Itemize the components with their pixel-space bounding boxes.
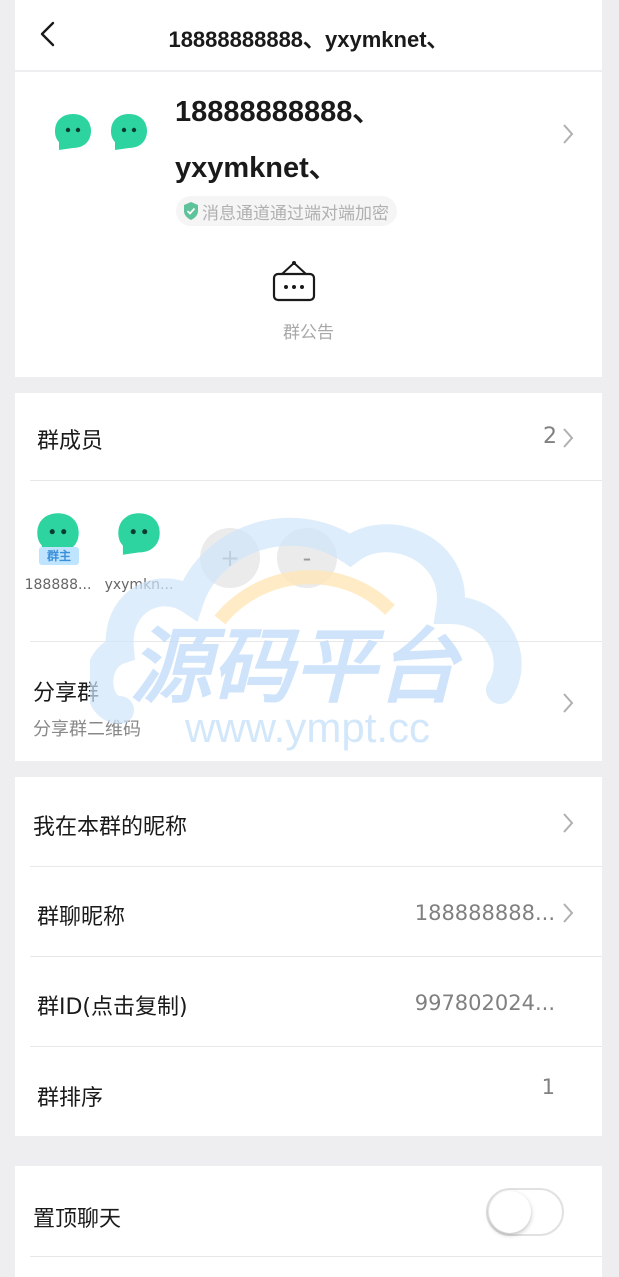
member-name: 188888... [24, 577, 92, 593]
chevron-right-icon[interactable] [561, 123, 575, 145]
group-avatar-icon-2 [111, 114, 147, 150]
divider [30, 1046, 602, 1047]
divider [30, 956, 602, 957]
group-id-label[interactable]: 群ID(点击复制) [37, 989, 188, 1021]
member-item[interactable]: 群主 188888... [19, 511, 97, 593]
shield-check-icon [184, 202, 198, 220]
group-sort-label[interactable]: 群排序 [37, 1080, 103, 1112]
share-group-subtitle: 分享群二维码 [33, 719, 141, 740]
member-item[interactable]: yxymkn... [97, 511, 181, 593]
pin-chat-label: 置顶聊天 [33, 1207, 122, 1232]
settings-card: 我在本群的昵称 群聊昵称 188888888... 群ID(点击复制) 9978… [15, 777, 602, 1136]
members-title[interactable]: 群成员 [37, 423, 103, 455]
divider [30, 480, 602, 481]
members-card: 群成员 2 群主 188888... yxymkn... + - 分享群 分享群… [15, 393, 602, 761]
divider [30, 641, 602, 642]
group-id-value[interactable]: 997802024... [375, 991, 555, 1015]
e2e-text: 消息通道通过端对端加密 [202, 203, 389, 224]
group-nickname-value: 188888888... [414, 901, 555, 925]
group-avatar-icon-1 [55, 114, 91, 150]
group-notice-label[interactable]: 群公告 [15, 318, 602, 343]
nav-bar: 18888888888、yxymknet、 [15, 0, 602, 70]
my-nickname-label[interactable]: 我在本群的昵称 [33, 809, 187, 841]
group-name-line1: 18888888888、 [175, 96, 382, 128]
divider [30, 1256, 602, 1257]
group-nickname-label[interactable]: 群聊昵称 [37, 899, 125, 931]
pin-chat-toggle[interactable] [486, 1188, 564, 1236]
member-avatar-icon [118, 513, 160, 555]
share-chevron-icon[interactable] [561, 692, 575, 714]
divider [30, 866, 602, 867]
share-group-title[interactable]: 分享群 [33, 675, 99, 707]
my-nickname-chevron-icon[interactable] [561, 812, 575, 834]
members-count: 2 [543, 424, 557, 449]
group-nickname-chevron-icon[interactable] [561, 902, 575, 924]
remove-member-button[interactable]: - [277, 528, 337, 588]
e2e-encryption-badge: 消息通道通过端对端加密 [176, 196, 397, 226]
toggle-knob [489, 1191, 531, 1233]
owner-badge: 群主 [39, 547, 79, 565]
add-member-button[interactable]: + [200, 528, 260, 588]
member-name: yxymkn... [104, 577, 174, 593]
group-notice-icon[interactable] [272, 260, 316, 302]
group-name-line2: yxymknet、 [175, 152, 338, 184]
nav-title: 18888888888、yxymknet、 [168, 27, 449, 52]
members-chevron-icon[interactable] [561, 427, 575, 449]
group-sort-value: 1 [541, 1075, 555, 1099]
